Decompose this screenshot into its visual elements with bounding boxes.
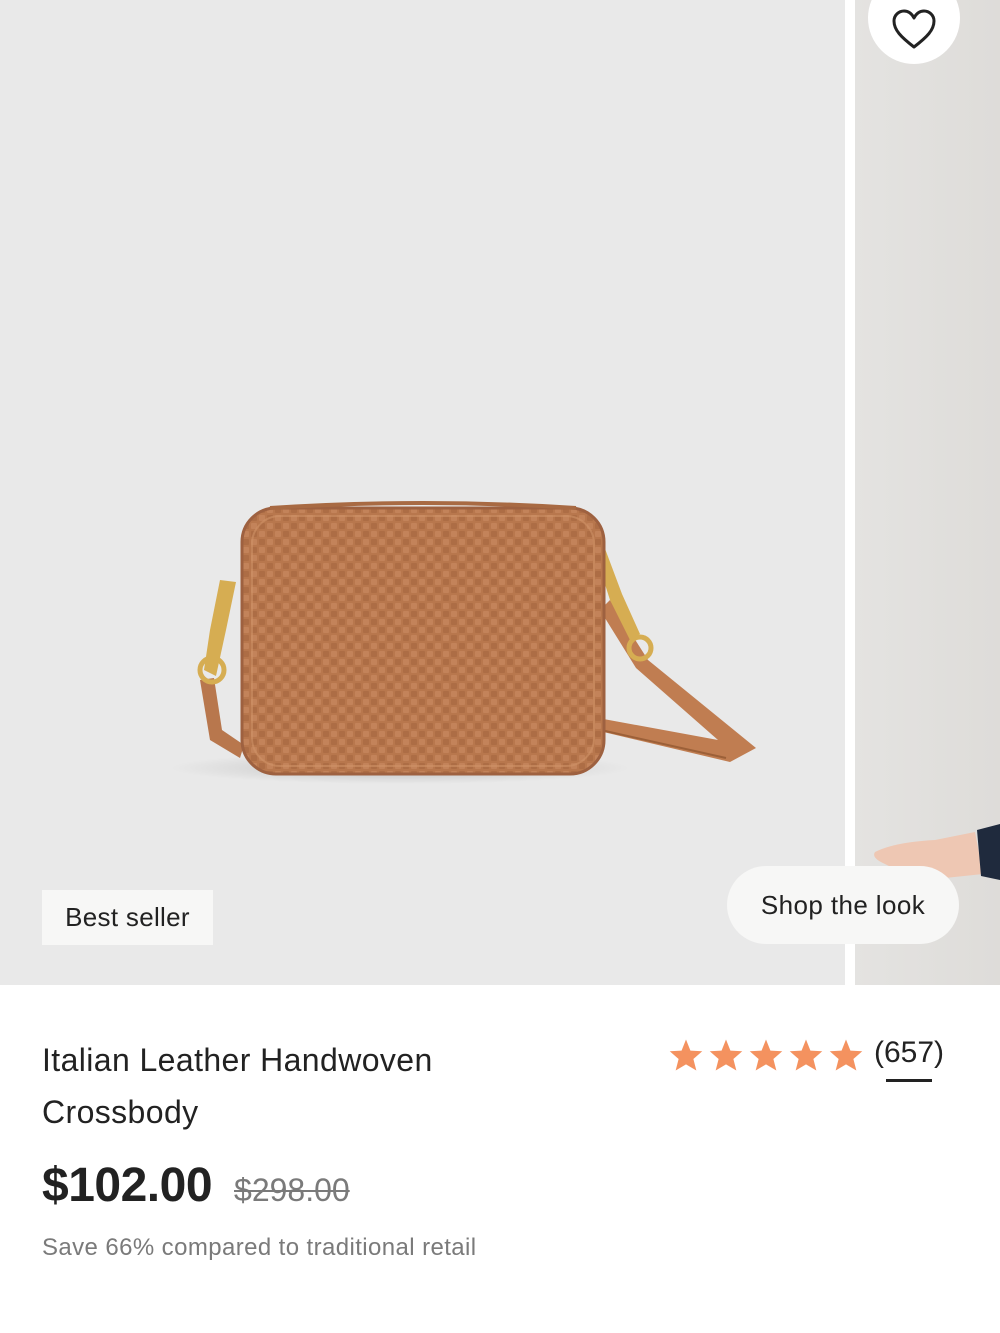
star-icon: [709, 1039, 743, 1071]
product-image-woven-crossbody: [170, 501, 756, 784]
gallery-slide-product[interactable]: [0, 0, 845, 985]
rating-stars: [668, 1038, 864, 1072]
product-title[interactable]: Italian Leather Handwoven Crossbody: [42, 1034, 562, 1138]
compare-at-price: $298.00: [234, 1172, 350, 1208]
savings-text: Save 66% compared to traditional retail: [42, 1234, 477, 1261]
shop-the-look-label: Shop the look: [760, 889, 926, 920]
gallery-slide-next-preview[interactable]: [855, 0, 1000, 985]
shop-the-look-button[interactable]: Shop the look: [727, 866, 959, 944]
star-icon: [789, 1039, 823, 1071]
product-image-gallery[interactable]: Best seller Shop the look: [0, 0, 1000, 985]
best-seller-badge-label: Best seller: [65, 902, 190, 932]
price-row: $102.00 $298.00: [42, 1158, 350, 1213]
star-icon: [749, 1039, 783, 1071]
heart-outline-icon: [892, 9, 936, 49]
product-rating[interactable]: (657): [668, 1030, 944, 1082]
sale-price: $102.00: [42, 1159, 213, 1212]
best-seller-badge: Best seller: [42, 890, 213, 945]
star-icon: [669, 1039, 703, 1071]
product-card: Best seller Shop the look Italian Leathe…: [0, 0, 1000, 1333]
star-icon: [829, 1039, 863, 1071]
review-count-link[interactable]: (657): [874, 1036, 944, 1082]
